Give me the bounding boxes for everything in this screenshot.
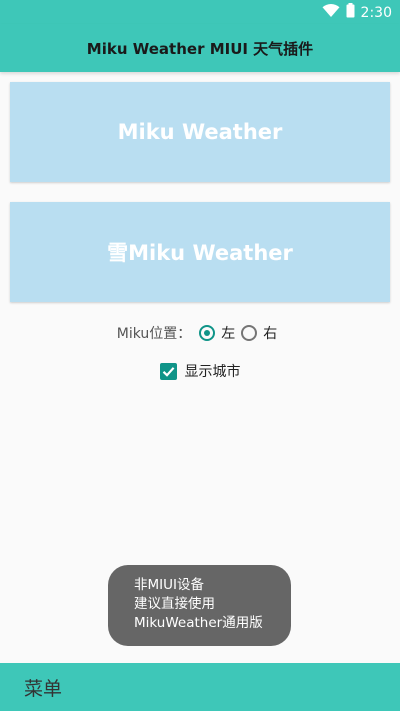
radio-unchecked-icon — [241, 325, 258, 341]
status-indicators: 2:30 — [322, 3, 392, 22]
snow-miku-weather-card[interactable]: 雪Miku Weather — [10, 202, 390, 302]
position-left-radio[interactable]: 左 — [199, 323, 235, 343]
checkbox-checked-icon — [159, 362, 177, 380]
toast-line: 建议直接使用 — [134, 596, 215, 612]
position-right-radio[interactable]: 右 — [241, 323, 277, 343]
toast-line: 非MIUI设备 — [134, 577, 204, 593]
miku-weather-card[interactable]: Miku Weather — [10, 82, 390, 182]
miku-position-label: Miku位置： — [116, 326, 192, 342]
show-city-label: 显示城市 — [184, 364, 241, 380]
toast-line: MikuWeather通用版 — [134, 615, 263, 631]
radio-checked-icon — [199, 325, 216, 341]
battery-icon — [346, 3, 355, 22]
miku-position-setting: Miku位置： 左 右 — [0, 320, 400, 346]
position-left-label: 左 — [221, 326, 236, 342]
app-screen: 2:30 Miku Weather MIUI 天气插件 Miku Weather… — [0, 0, 400, 711]
wifi-icon — [322, 3, 340, 22]
position-right-label: 右 — [263, 326, 278, 342]
status-bar: 2:30 — [0, 0, 400, 24]
snow-miku-weather-card-label: 雪Miku Weather — [107, 241, 293, 265]
menu-button-label: 菜单 — [24, 677, 63, 700]
show-city-checkbox[interactable]: 显示城市 — [0, 358, 400, 384]
app-bar: Miku Weather MIUI 天气插件 — [0, 24, 400, 72]
toast-message: 非MIUI设备 建议直接使用 MikuWeather通用版 — [108, 565, 291, 646]
miku-weather-card-label: Miku Weather — [117, 120, 283, 144]
app-title: Miku Weather MIUI 天气插件 — [86, 39, 314, 58]
status-time: 2:30 — [360, 4, 392, 21]
bottom-menu-bar[interactable]: 菜单 — [0, 663, 400, 711]
